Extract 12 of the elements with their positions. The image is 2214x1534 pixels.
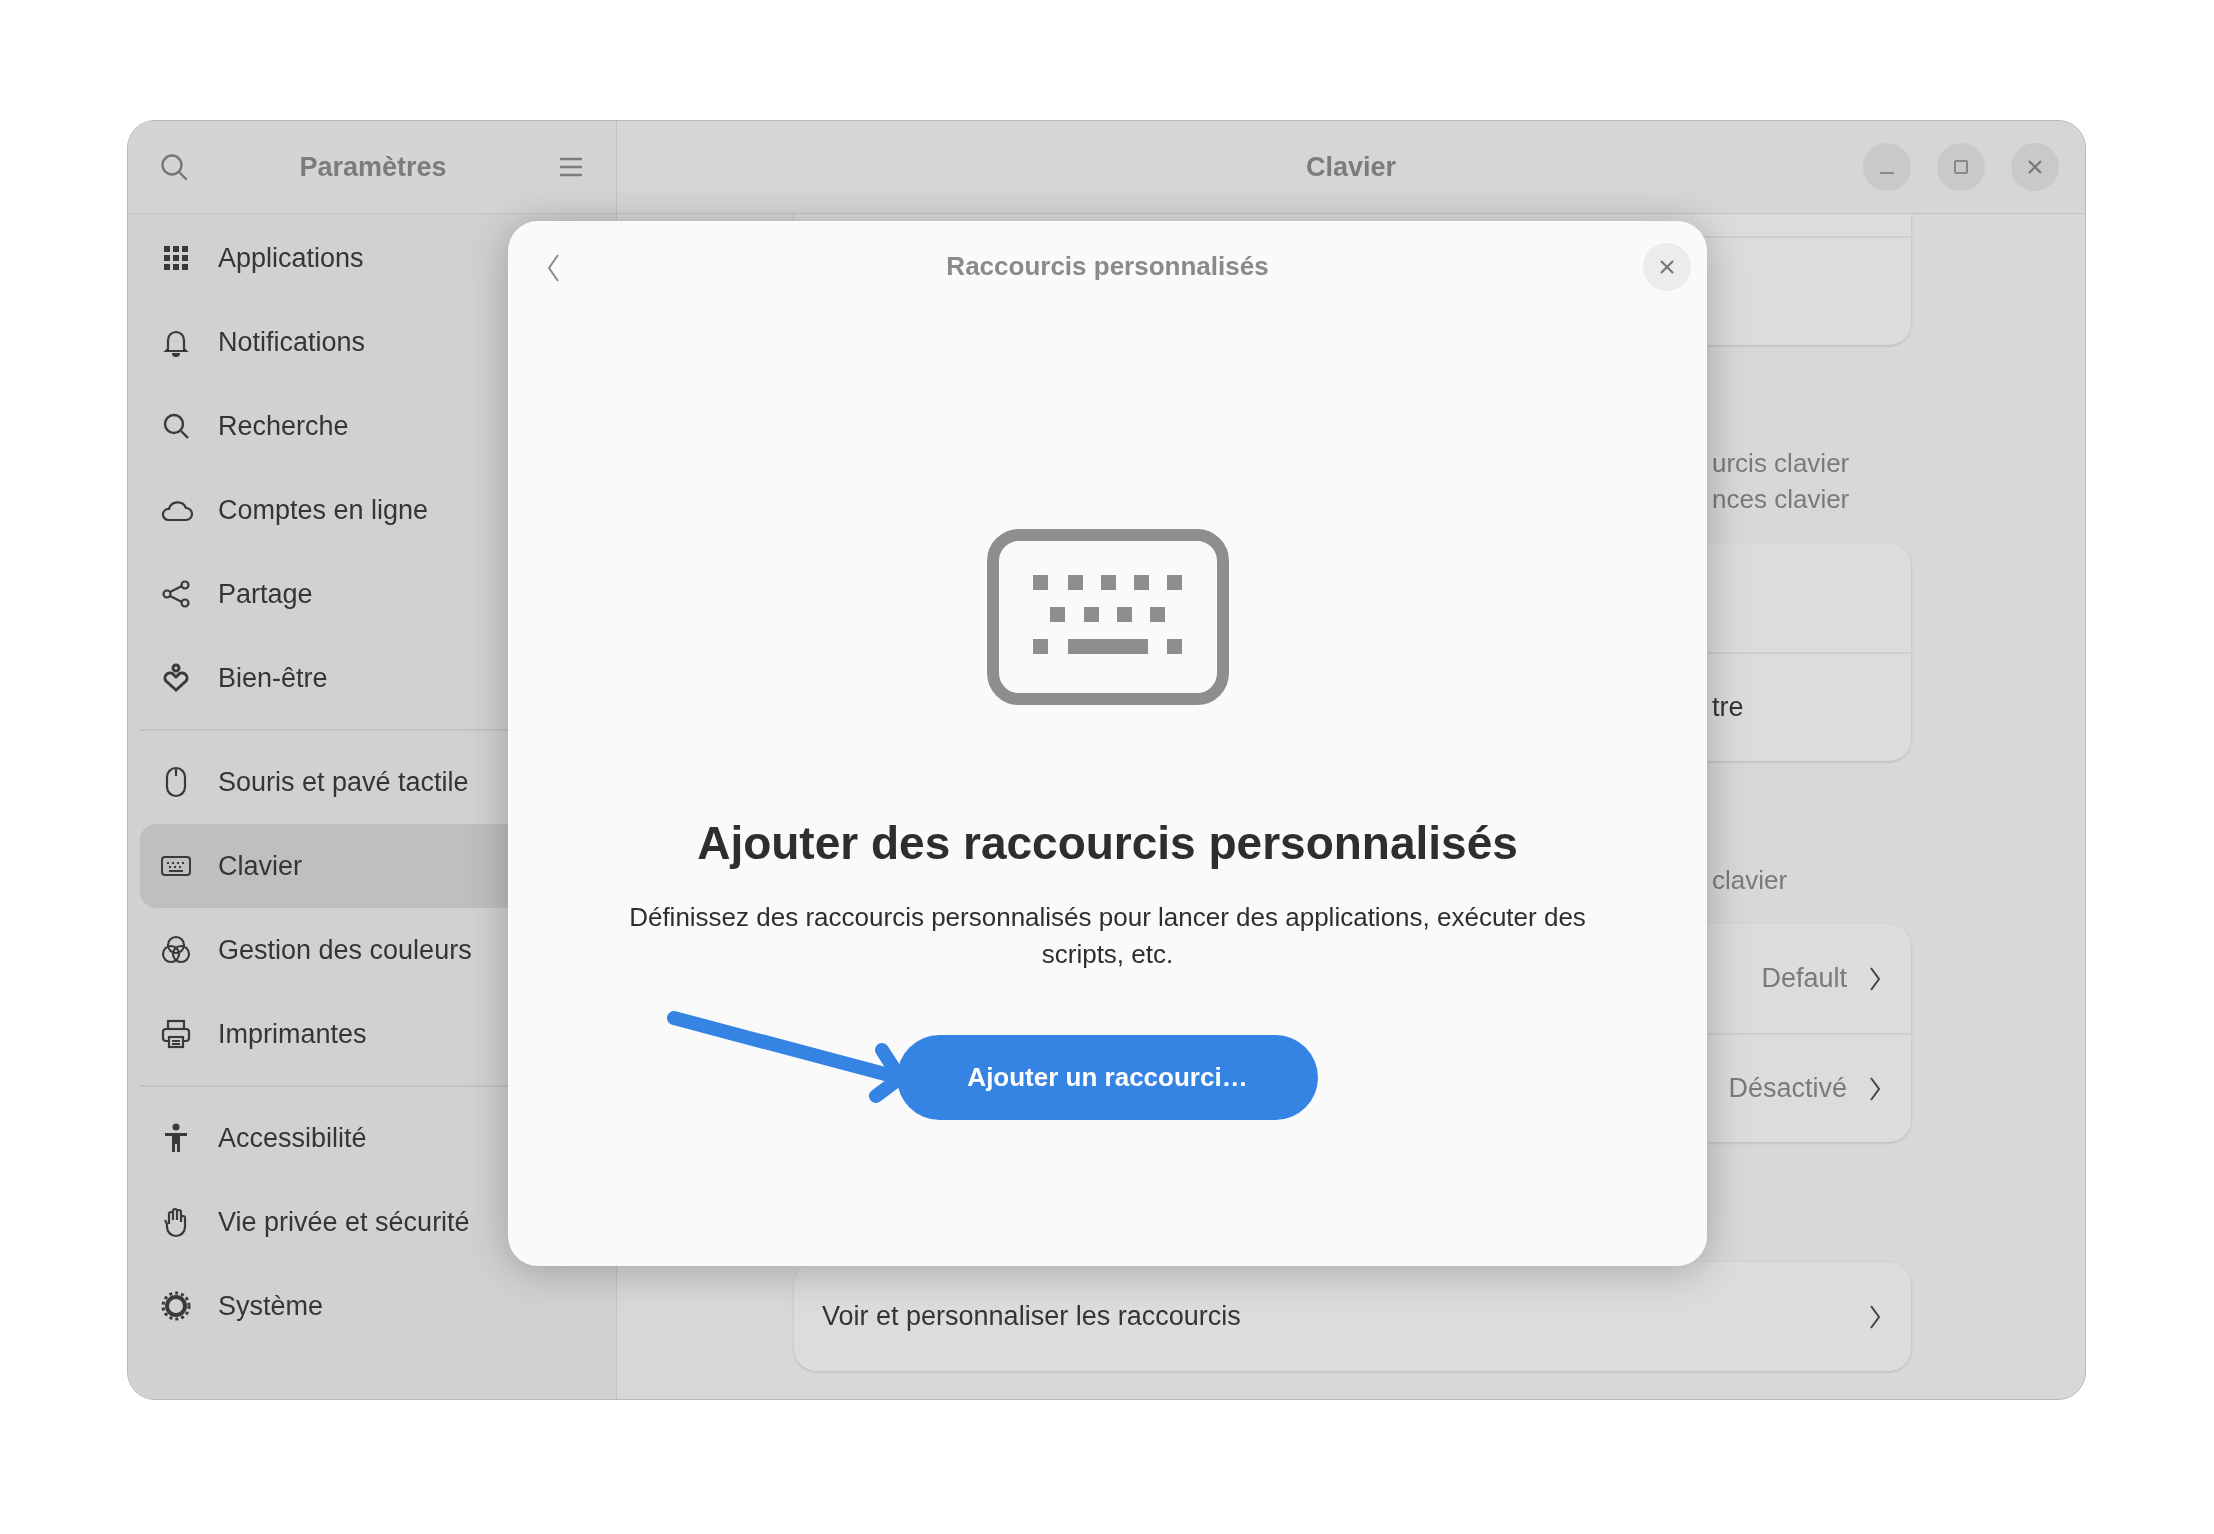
sidebar-title: Paramètres: [299, 150, 447, 184]
section-heading: clavier: [1712, 864, 1788, 897]
row-value: Désactivé: [1728, 1072, 1847, 1106]
row-label: Voir et personnaliser les raccourcis: [822, 1300, 1241, 1334]
dialog-title: Raccourcis personnalisés: [946, 249, 1269, 283]
caption-text: urcis clavier: [1712, 447, 1851, 480]
caption-text: nces clavier: [1712, 483, 1851, 516]
window-title: Clavier: [1305, 150, 1397, 184]
dialog-heading: Ajouter des raccourcis personnalisés: [697, 816, 1518, 871]
row-value: Default: [1761, 962, 1847, 996]
row-label: tre: [1712, 691, 1744, 725]
dialog-description: Définissez des raccourcis personnalisés pour lancer des applications, exécuter des scripts, etc.: [628, 901, 1587, 971]
